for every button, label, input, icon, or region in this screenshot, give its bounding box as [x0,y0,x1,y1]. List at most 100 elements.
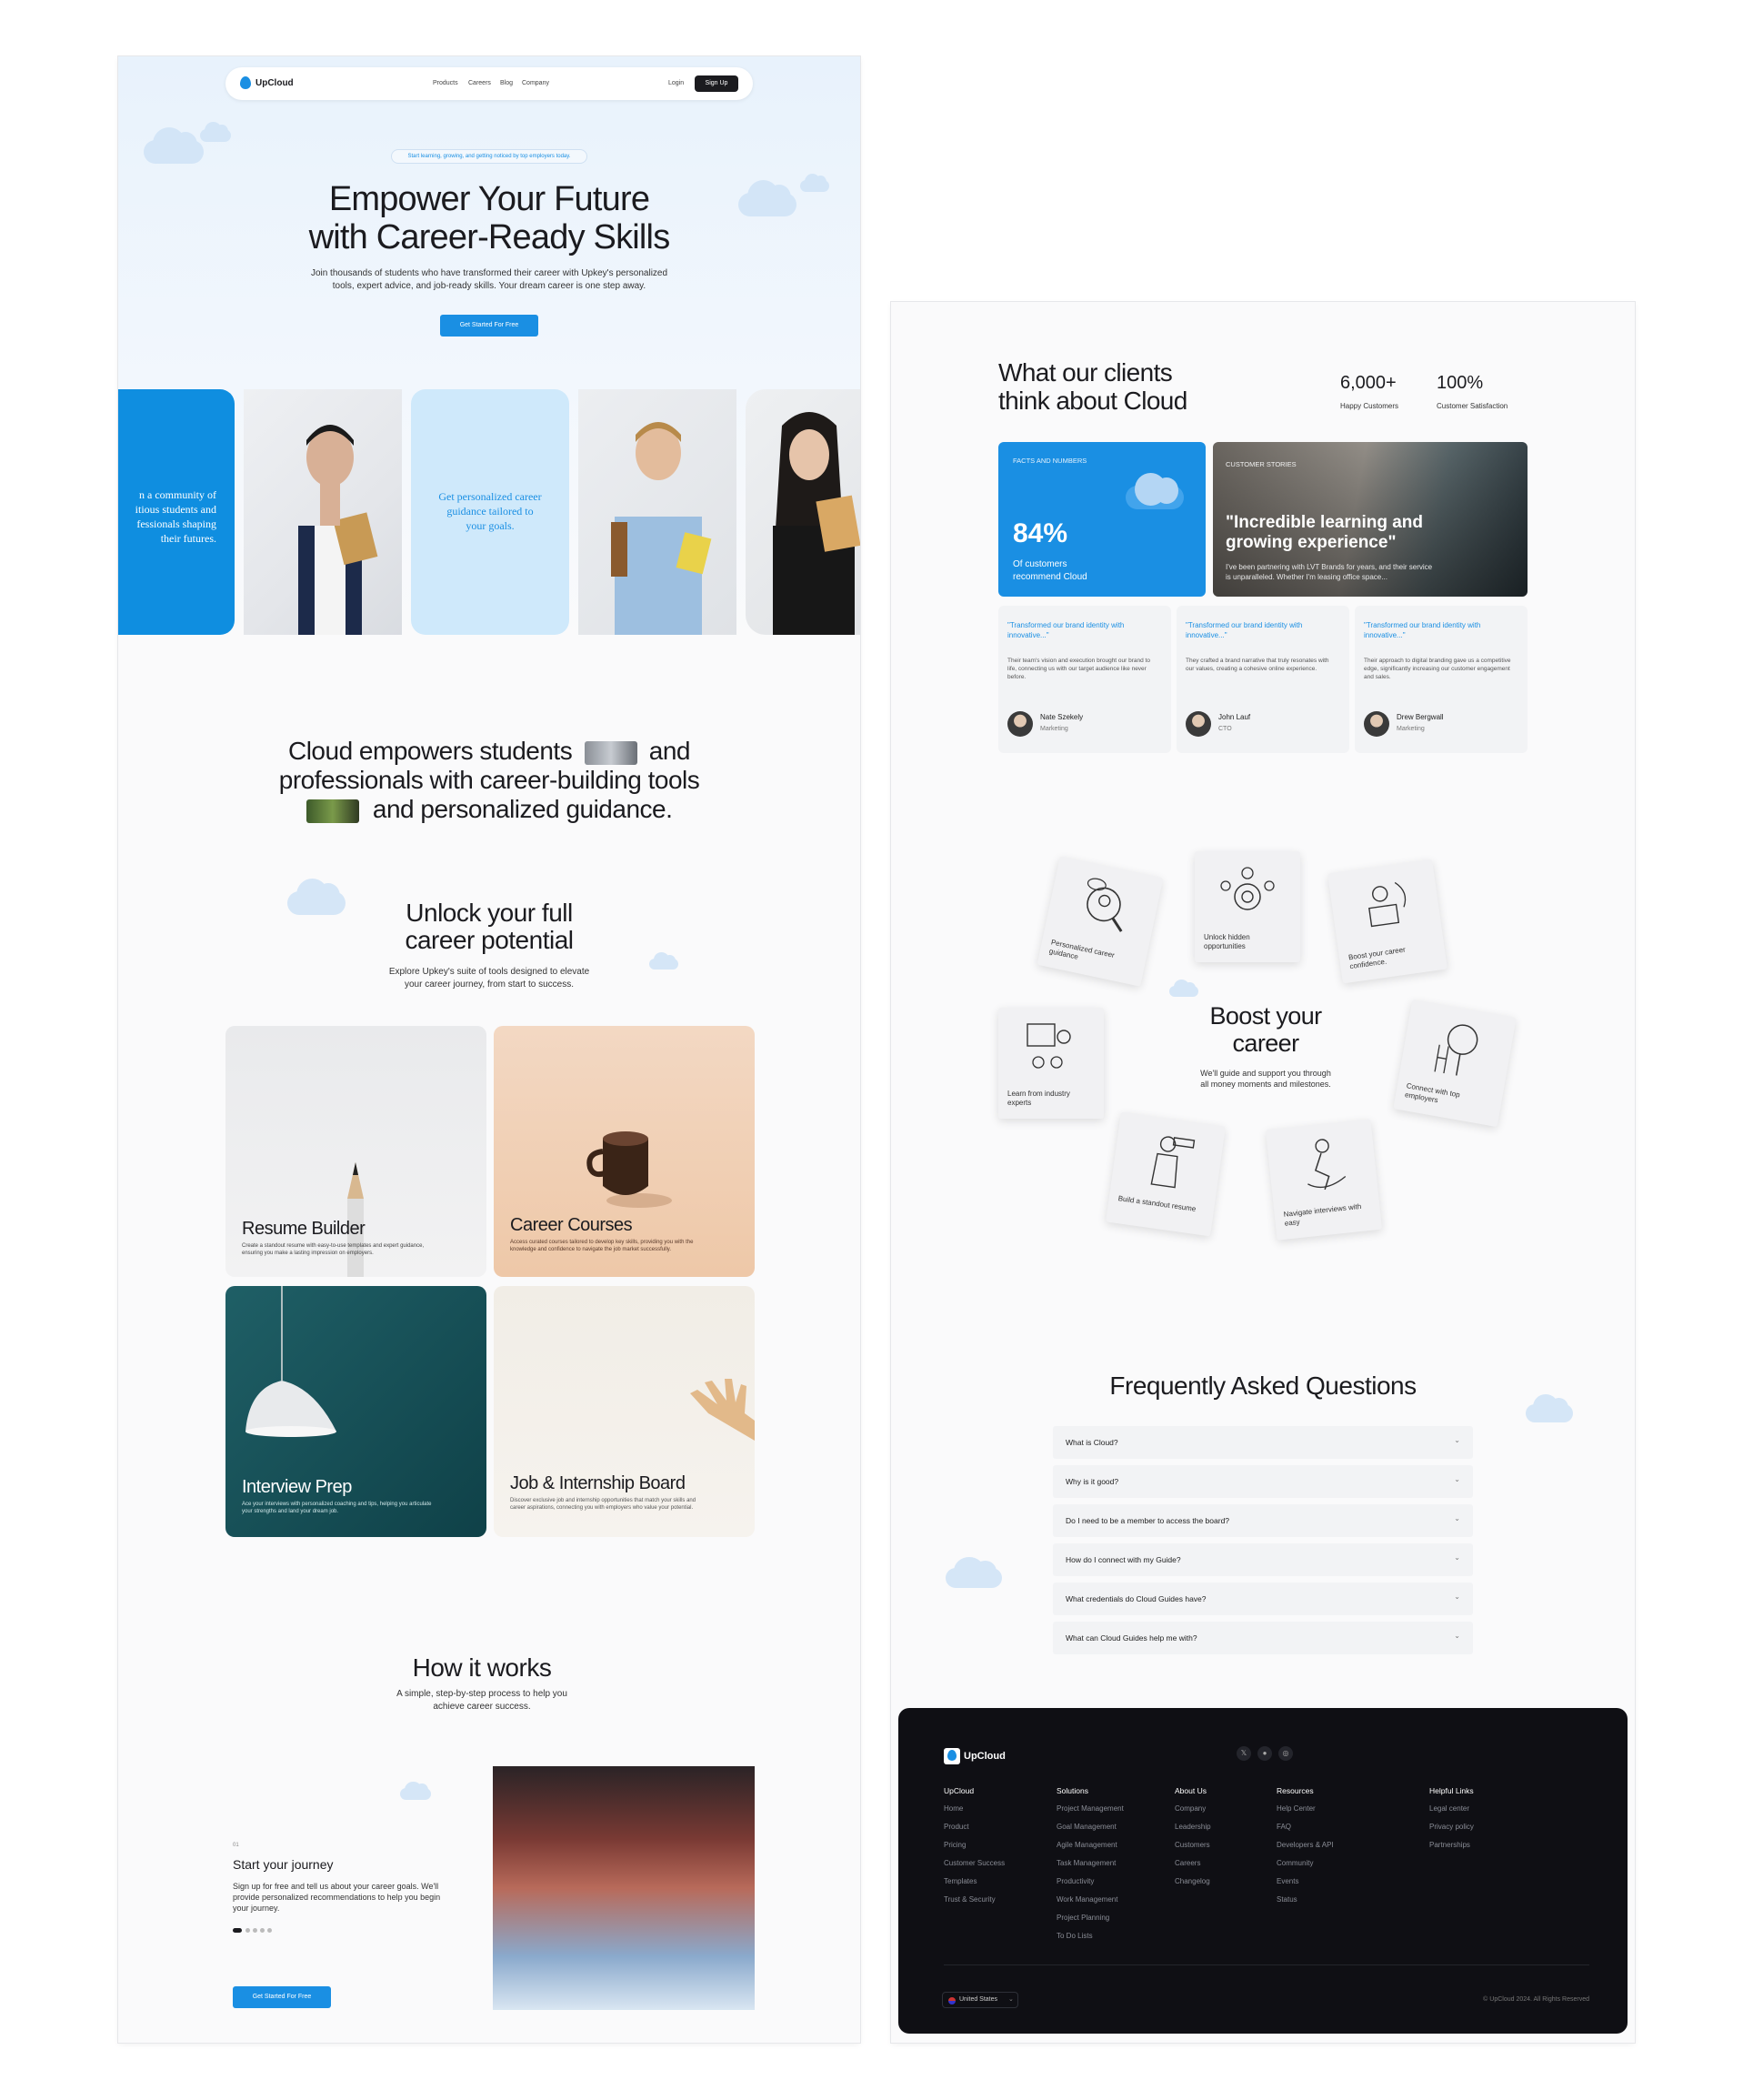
nav-link-company[interactable]: Company [522,80,549,86]
footer-link[interactable]: Trust & Security [944,1895,996,1904]
github-social-icon[interactable]: ● [1257,1746,1272,1761]
step-description: Sign up for free and tell us about your … [233,1882,441,1913]
customer-story-card[interactable]: CUSTOMER STORIES "Incredible learning an… [1213,442,1528,597]
faq-item[interactable]: How do I connect with my Guide? ⌄ [1053,1543,1473,1576]
footer-link[interactable]: Goal Management [1057,1823,1117,1831]
guidance-card-text: Get personalized career [438,490,542,503]
tile-career-confidence[interactable]: Boost your career confidence. [1327,859,1447,984]
feature-card-resume-builder[interactable]: Resume Builder Create a standout resume … [225,1026,486,1277]
footer-link[interactable]: Changelog [1175,1877,1210,1885]
tile-label: Build a standout resume [1117,1194,1197,1213]
clients-title: What our clients [998,358,1173,387]
footer-link[interactable]: Privacy policy [1429,1823,1474,1831]
how-cta-button[interactable]: Get Started For Free [233,1986,331,2008]
footer-link[interactable]: Partnerships [1429,1841,1470,1849]
footer-link[interactable]: Company [1175,1804,1206,1813]
faq-question: Why is it good? [1066,1477,1119,1486]
footer-link[interactable]: Product [944,1823,969,1831]
faq-item[interactable]: Do I need to be a member to access the b… [1053,1504,1473,1537]
chevron-down-icon: ⌄ [1454,1553,1460,1562]
footer-link[interactable]: Events [1277,1877,1298,1885]
footer-link[interactable]: Legal center [1429,1804,1469,1813]
tile-navigate-interviews[interactable]: Navigate interviews with easy [1265,1119,1383,1241]
nav-link-careers[interactable]: Careers [468,80,491,86]
how-title: How it works [412,1653,552,1682]
community-card: n a community of itious students and fes… [118,389,235,635]
faq-item[interactable]: What can Cloud Guides help me with? ⌄ [1053,1622,1473,1654]
stat-number: 100% [1437,373,1484,393]
copyright: © UpCloud 2024. All Rights Reserved [1483,1996,1589,2003]
footer-link[interactable]: To Do Lists [1057,1932,1093,1940]
presentation-icon [1027,1023,1071,1069]
clients-title: think about Cloud [998,387,1187,415]
student-illustration-icon [773,412,860,635]
footer-link[interactable]: Project Planning [1057,1914,1109,1922]
footer-link[interactable]: Status [1277,1895,1297,1904]
feature-title: Career Courses [510,1215,633,1235]
login-link[interactable]: Login [668,80,684,86]
footer-brand[interactable]: UpCloud [964,1751,1006,1762]
tile-label: Learn from industry experts [1007,1090,1070,1107]
footer-divider [944,1964,1589,1965]
tile-standout-resume[interactable]: Build a standout resume [1106,1111,1226,1237]
testimonial-quote: "Transformed our brand identity with inn… [1364,621,1481,639]
hero-cta-button[interactable]: Get Started For Free [440,315,538,337]
footer-link[interactable]: Agile Management [1057,1841,1117,1849]
student-photo-3 [746,389,860,635]
avatar [1186,711,1211,737]
feature-description: Ace your interviews with personalized co… [242,1502,432,1514]
signup-button[interactable]: Sign Up [695,75,738,92]
guidance-card-text: your goals. [466,519,515,532]
footer-link[interactable]: Customers [1175,1841,1210,1849]
feature-card-career-courses[interactable]: Career Courses Access curated courses ta… [494,1026,755,1277]
unlock-subtitle-line2: your career journey, from start to succe… [405,980,574,990]
hero-subtitle-line2: tools, expert advice, and job-ready skil… [332,281,646,291]
footer-link[interactable]: Work Management [1057,1895,1117,1904]
testimonial-quote: "Transformed our brand identity with inn… [1186,621,1303,639]
nav-link-blog[interactable]: Blog [500,80,513,86]
footer-link[interactable]: Customer Success [944,1859,1005,1867]
footer-link[interactable]: Pricing [944,1841,966,1849]
magnifier-person-icon [1087,878,1123,932]
footer-link[interactable]: Help Center [1277,1804,1316,1813]
locale-selector[interactable]: United States ⌄ [942,1992,1018,2008]
hero-title-line2: with Career-Ready Skills [308,218,671,256]
footer-link[interactable]: Community [1277,1859,1313,1867]
testimonial-body: They crafted a brand narrative that trul… [1186,658,1329,672]
hero-badge: Start learning, growing, and getting not… [391,149,587,164]
testimonial-card: "Transformed our brand identity with inn… [998,606,1171,753]
stat-label: Customer Satisfaction [1437,402,1508,410]
step-progress-dots[interactable] [233,1928,273,1934]
feature-description: Discover exclusive job and internship op… [510,1498,696,1511]
footer-link[interactable]: FAQ [1277,1823,1291,1831]
footer-link[interactable]: Home [944,1804,963,1813]
step-title: Start your journey [233,1857,334,1872]
footer-link[interactable]: Leadership [1175,1823,1211,1831]
testimonial-role: Marketing [1397,726,1425,732]
faq-item[interactable]: Why is it good? ⌄ [1053,1465,1473,1498]
tile-hidden-opportunities[interactable]: Unlock hidden opportunities [1195,851,1300,962]
footer-link[interactable]: Careers [1175,1859,1200,1867]
tile-industry-experts[interactable]: Learn from industry experts [998,1008,1104,1119]
feature-card-job-board[interactable]: Job & Internship Board Discover exclusiv… [494,1286,755,1537]
tile-top-employers[interactable]: Connect with top employers [1393,999,1517,1128]
boost-title: career [1232,1030,1300,1057]
footer-link[interactable]: Templates [944,1877,977,1885]
tile-personalized-guidance[interactable]: Personalized career guidance [1037,856,1164,987]
unlock-subtitle-line1: Explore Upkey's suite of tools designed … [388,967,590,977]
footer-link[interactable]: Project Management [1057,1804,1124,1813]
instagram-social-icon[interactable]: ◎ [1278,1746,1293,1761]
footer-link[interactable]: Productivity [1057,1877,1094,1885]
x-social-icon[interactable]: 𝕏 [1237,1746,1251,1761]
footer-column-title: Resources [1277,1786,1314,1795]
footer-column-title: UpCloud [944,1786,975,1795]
feature-card-interview-prep[interactable]: Interview Prep Ace your interviews with … [225,1286,486,1537]
footer-link[interactable]: Task Management [1057,1859,1116,1867]
brand-name[interactable]: UpCloud [255,78,294,88]
footer-link[interactable]: Developers & API [1277,1841,1334,1849]
faq-item[interactable]: What credentials do Cloud Guides have? ⌄ [1053,1583,1473,1615]
nav-link-products[interactable]: Products [433,80,458,86]
faq-item[interactable]: What is Cloud? ⌄ [1053,1426,1473,1459]
sunset-sky-image [493,1766,755,2010]
student-photo-1 [244,389,402,635]
